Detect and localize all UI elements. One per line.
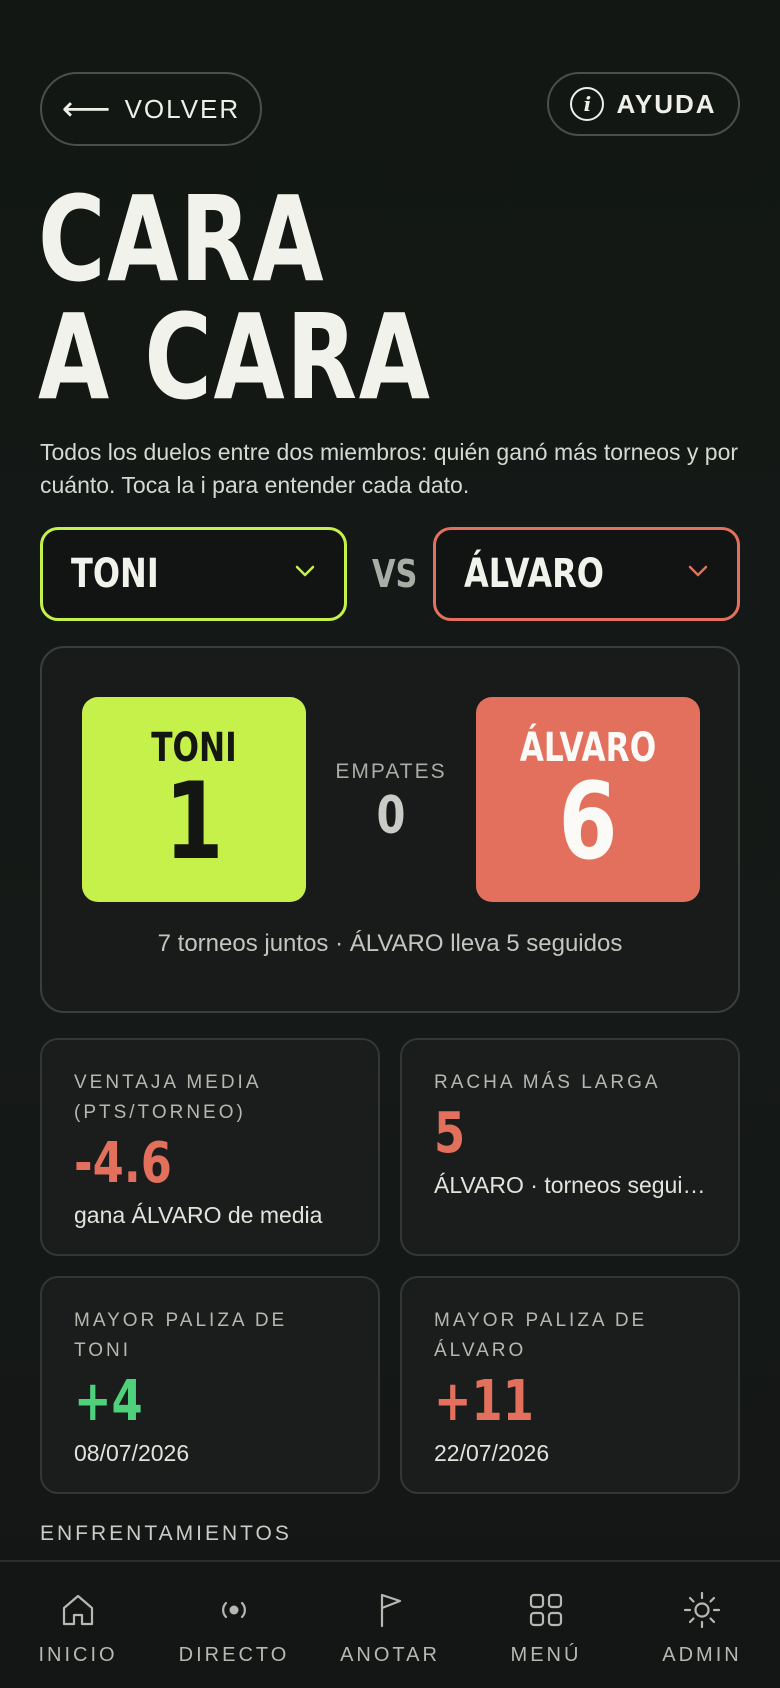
stat-label: MAYOR PALIZA DE ÁLVARO [434,1310,648,1361]
bottom-nav: INICIO DIRECTO ANOTAR MENÚ ADMIN [0,1560,780,1688]
chevron-down-icon [688,565,708,577]
nav-label: MENÚ [510,1644,582,1666]
stat-note: gana ÁLVARO de media [74,1202,323,1228]
page-title-line-1: CARA [38,170,326,308]
nav-item-menu[interactable]: MENÚ [468,1562,624,1667]
matchups-section-label: ENFRENTAMIENTOS [40,1522,292,1545]
player-b-wins: 6 [558,760,618,883]
nav-label: DIRECTO [178,1644,290,1666]
stat-card-average-advantage[interactable]: VENTAJA MEDIA (PTS/TORNEO) -4.6 gana ÁLV… [40,1038,380,1256]
stat-value: +11 [434,1369,534,1434]
nav-label: ANOTAR [340,1644,440,1666]
live-icon [222,1601,246,1619]
stat-card-biggest-win-b[interactable]: MAYOR PALIZA DE ÁLVARO +11 22/07/2026 [400,1276,740,1494]
stat-note: ÁLVARO · torneos seguidos [434,1172,706,1198]
player-a-select[interactable]: TONI [40,527,347,621]
stat-value: 5 [434,1101,466,1166]
home-icon [62,1594,94,1626]
page-title-line-2: A CARA [38,288,432,426]
draws-value: 0 [376,786,406,846]
nav-label: ADMIN [662,1644,742,1666]
back-arrow-icon: ⟵ [61,90,111,128]
stat-card-longest-streak[interactable]: RACHA MÁS LARGA 5 ÁLVARO · torneos segui… [400,1038,740,1256]
back-label: VOLVER [124,93,241,124]
stat-card-biggest-win-a[interactable]: MAYOR PALIZA DE TONI +4 08/07/2026 [40,1276,380,1494]
stat-note: 22/07/2026 [434,1440,550,1466]
grid-icon [529,1593,563,1627]
help-label: AYUDA [616,88,717,119]
player-a-select-value: TONI [71,551,159,597]
sun-icon [683,1591,721,1629]
stat-value: +4 [74,1369,143,1434]
player-a-score-box: TONI 1 [82,697,306,902]
player-b-score-box: ÁLVARO 6 [476,697,700,902]
page-subtitle: Todos los duelos entre dos miembros: qui… [40,439,739,498]
nav-item-directo[interactable]: DIRECTO [156,1562,312,1667]
nav-label: INICIO [38,1644,118,1666]
nav-item-inicio[interactable]: INICIO [0,1562,156,1667]
player-b-select-value: ÁLVARO [464,551,604,597]
scoreboard-summary: 7 torneos juntos · ÁLVARO lleva 5 seguid… [157,930,623,957]
chevron-down-icon [295,565,315,577]
nav-item-anotar[interactable]: ANOTAR [312,1562,468,1667]
stat-note: 08/07/2026 [74,1440,190,1466]
back-button[interactable]: ⟵ VOLVER [40,72,262,146]
player-b-select[interactable]: ÁLVARO [433,527,740,621]
info-icon: i [570,87,605,121]
help-button[interactable]: i AYUDA [547,72,740,136]
page-title: CARA A CARA [38,180,432,416]
vs-label: VS [372,552,418,596]
stat-label: RACHA MÁS LARGA [434,1072,661,1093]
stat-label: MAYOR PALIZA DE TONI [74,1310,288,1361]
stat-label: VENTAJA MEDIA (PTS/TORNEO) [74,1072,261,1123]
nav-item-admin[interactable]: ADMIN [624,1562,780,1667]
head-to-head-scorecard: TONI 1 EMPATES 0 ÁLVARO 6 7 torneos junt… [40,646,740,1013]
flag-icon [380,1593,402,1628]
player-a-wins: 1 [164,760,224,883]
stat-value: -4.6 [74,1131,172,1196]
draws-label: EMPATES [335,760,447,783]
draws-block: EMPATES 0 [306,760,476,846]
